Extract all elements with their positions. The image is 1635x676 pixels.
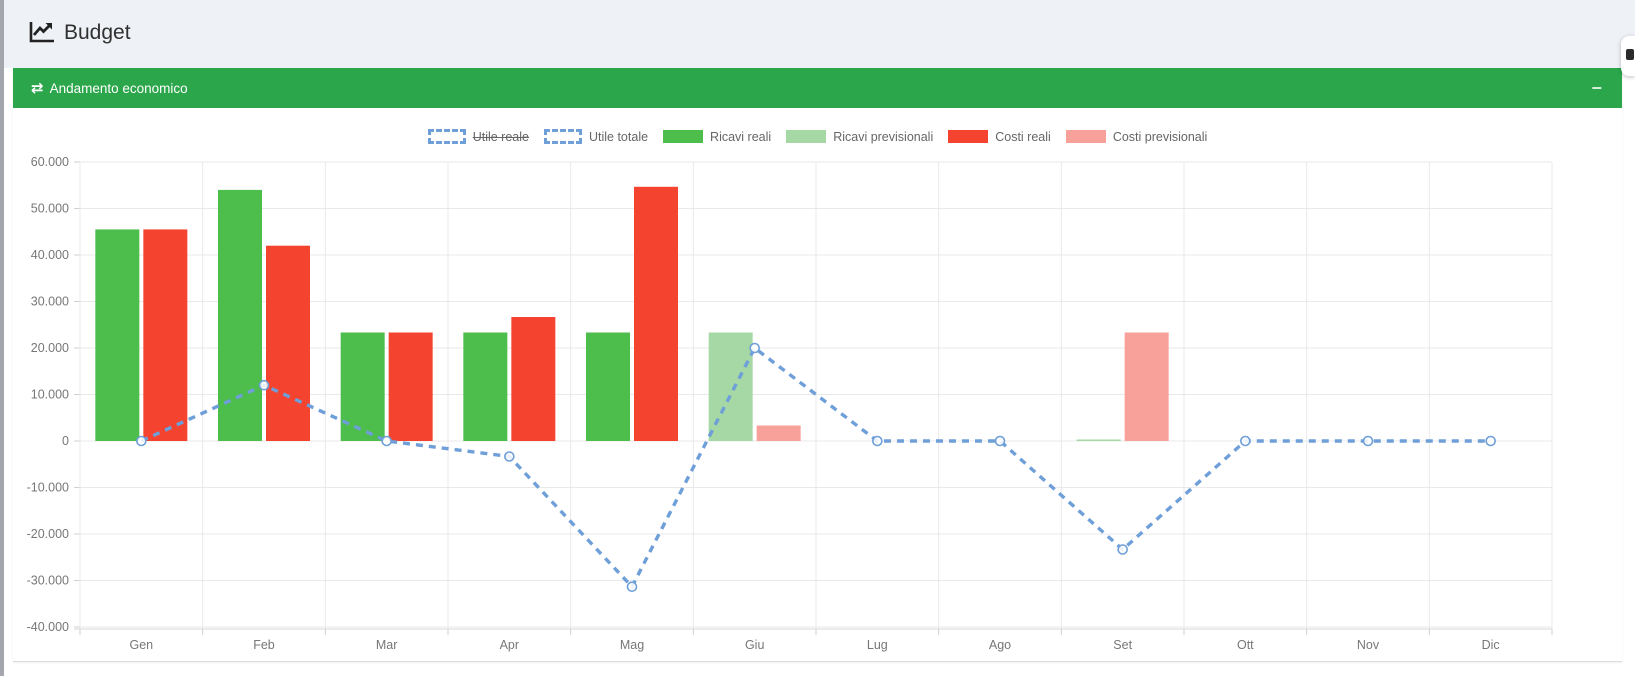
svg-text:0: 0 <box>62 434 69 448</box>
svg-text:Dic: Dic <box>1482 638 1500 652</box>
budget-panel: ⇄ Andamento economico − Utile realeUtile… <box>13 68 1622 662</box>
legend-dashed-line-swatch <box>544 129 582 144</box>
svg-text:Mag: Mag <box>620 638 644 652</box>
legend-color-swatch <box>663 130 703 143</box>
svg-text:30.000: 30.000 <box>31 295 69 309</box>
exchange-arrows-icon: ⇄ <box>31 79 43 97</box>
legend-label: Ricavi previsionali <box>833 130 933 144</box>
legend-item-utile-reale[interactable]: Utile reale <box>428 129 529 144</box>
legend-label: Ricavi reali <box>710 130 771 144</box>
svg-text:Apr: Apr <box>500 638 519 652</box>
svg-text:Feb: Feb <box>253 638 275 652</box>
svg-text:Ott: Ott <box>1237 638 1254 652</box>
svg-text:-30.000: -30.000 <box>27 574 69 588</box>
svg-text:Mar: Mar <box>376 638 398 652</box>
svg-text:-40.000: -40.000 <box>27 620 69 634</box>
svg-text:-10.000: -10.000 <box>27 481 69 495</box>
page-title-text: Budget <box>64 21 131 45</box>
app-screen: Budget ⇄ Andamento economico − Utile rea… <box>0 0 1635 676</box>
panel-body: Utile reale Utile totale Ricavi reali Ricav… <box>13 108 1622 660</box>
collapse-panel-button[interactable]: − <box>1589 79 1604 97</box>
svg-text:50.000: 50.000 <box>31 202 69 216</box>
svg-text:Gen: Gen <box>130 638 154 652</box>
legend-label: Costi reali <box>995 130 1051 144</box>
svg-text:Ago: Ago <box>989 638 1011 652</box>
svg-text:10.000: 10.000 <box>31 388 69 402</box>
legend-color-swatch <box>786 130 826 143</box>
legend-item-costi-previsionali[interactable]: Costi previsionali <box>1066 130 1207 144</box>
legend-dashed-line-swatch <box>428 129 466 144</box>
svg-text:Nov: Nov <box>1357 638 1380 652</box>
left-edge-strip <box>0 0 4 676</box>
svg-text:Lug: Lug <box>867 638 888 652</box>
floating-action-button[interactable] <box>1621 36 1635 76</box>
svg-text:-20.000: -20.000 <box>27 527 69 541</box>
svg-text:40.000: 40.000 <box>31 248 69 262</box>
budget-chart: 60.000 50.000 40.000 30.000 20.000 10.000 0 -10… <box>13 108 1622 660</box>
svg-text:Giu: Giu <box>745 638 765 652</box>
page-title: Budget <box>28 20 131 45</box>
page-header: Budget <box>4 0 1635 68</box>
legend-label: Utile reale <box>473 130 529 144</box>
legend-color-swatch <box>948 130 988 143</box>
legend-label: Costi previsionali <box>1113 130 1207 144</box>
chart-line-icon <box>28 20 55 45</box>
legend-label: Utile totale <box>589 130 648 144</box>
panel-title: Andamento economico <box>50 81 188 96</box>
svg-text:Set: Set <box>1113 638 1132 652</box>
svg-text:20.000: 20.000 <box>31 341 69 355</box>
panel-header: ⇄ Andamento economico − <box>13 68 1622 108</box>
svg-text:60.000: 60.000 <box>31 155 69 169</box>
legend-color-swatch <box>1066 130 1106 143</box>
legend-item-costi-reali[interactable]: Costi reali <box>948 130 1051 144</box>
legend-item-ricavi-previsionali[interactable]: Ricavi previsionali <box>786 130 933 144</box>
legend-item-utile-totale[interactable]: Utile totale <box>544 129 648 144</box>
legend-item-ricavi-reali[interactable]: Ricavi reali <box>663 130 771 144</box>
chart-legend: Utile reale Utile totale Ricavi reali Ricav… <box>13 129 1622 144</box>
floating-action-icon <box>1626 49 1634 60</box>
